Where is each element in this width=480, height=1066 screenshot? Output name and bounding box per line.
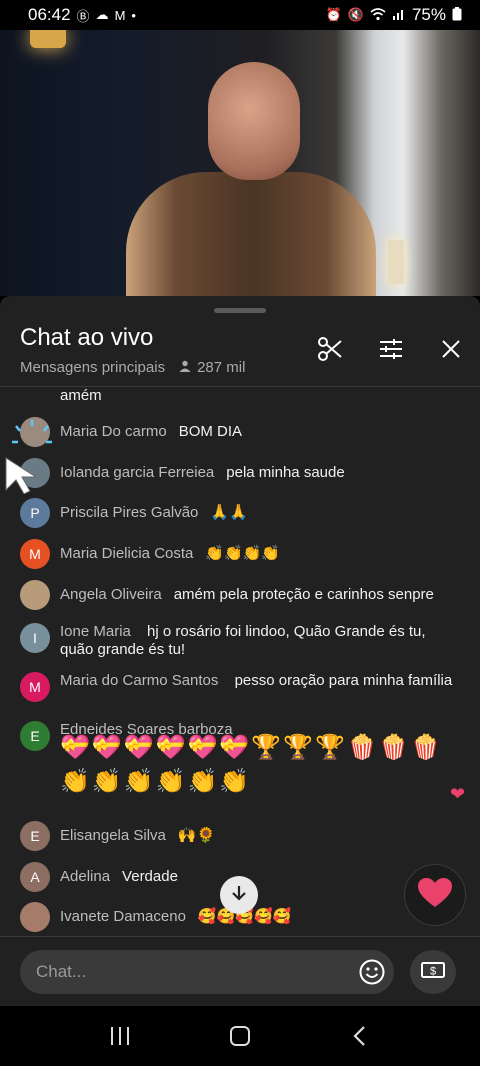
chat-message: P Priscila Pires Galvão 🙏🙏 (20, 498, 460, 528)
alarm-icon: ⏰ (325, 7, 342, 22)
cloud-icon: ☁ (95, 7, 109, 22)
message-text: Verdade (122, 868, 178, 885)
signal-icon (392, 7, 406, 24)
avatar[interactable]: I (20, 623, 50, 653)
chat-input-bar: $ (0, 936, 480, 1007)
close-icon (440, 338, 462, 365)
touch-pointer-icon (2, 414, 62, 495)
message-text: 🙌🌻 (177, 827, 216, 844)
svg-text:$: $ (430, 965, 436, 977)
message-author[interactable]: Maria do Carmo Santos (60, 672, 218, 689)
scissors-icon (317, 336, 343, 367)
emoji-button[interactable] (358, 958, 386, 986)
drag-handle[interactable] (214, 308, 266, 313)
video-presenter (126, 62, 376, 296)
close-button[interactable] (436, 336, 466, 366)
avatar[interactable]: P (20, 498, 50, 528)
message-text: amém (60, 387, 102, 404)
recents-button[interactable] (100, 1016, 140, 1056)
clock: 06:42 (28, 5, 71, 24)
message-author[interactable]: Angela Oliveira (60, 586, 162, 604)
scissors-button[interactable] (315, 336, 345, 366)
person-icon (179, 359, 191, 376)
system-nav-bar (0, 1006, 480, 1066)
chat-message: M Maria do Carmo Santos pesso oração par… (20, 672, 460, 702)
chat-message: M Maria Dielicia Costa 👏👏👏👏 (20, 539, 460, 569)
money-icon: $ (421, 961, 445, 984)
message-author[interactable]: Elisangela Silva (60, 827, 166, 845)
status-left: 06:42 Ⓑ ☁ M • (28, 5, 136, 25)
avatar[interactable]: E (20, 721, 50, 751)
heart-icon (418, 877, 452, 913)
filter-settings-button[interactable] (376, 336, 406, 366)
message-author[interactable]: Maria Do carmo (60, 423, 167, 441)
filter-label[interactable]: Mensagens principais (20, 359, 165, 376)
message-text: 👏👏👏👏 (205, 545, 281, 562)
message-author[interactable]: Ione Maria (60, 623, 131, 640)
like-heart-button[interactable] (404, 864, 466, 926)
chat-message: Iolanda garcia Ferreiea pela minha saude (20, 458, 460, 488)
message-author[interactable]: Adelina (60, 868, 110, 886)
avatar[interactable]: E (20, 821, 50, 851)
message-text: 💝💝💝💝💝💝🏆🏆🏆🍿🍿🍿👏👏👏👏👏👏 (60, 734, 443, 795)
status-right: ⏰ 🔇 75% (326, 5, 462, 25)
chat-message-list[interactable]: amém Maria Do carmo BOM DIA Iolanda garc… (0, 387, 480, 935)
back-button[interactable] (340, 1016, 380, 1056)
avatar[interactable]: M (20, 539, 50, 569)
avatar[interactable]: M (20, 672, 50, 702)
presenter-body (126, 172, 376, 296)
message-author[interactable]: Iolanda garcia Ferreiea (60, 464, 214, 482)
avatar[interactable] (20, 580, 50, 610)
chat-message: E Edneides Soares barboza 💝💝💝💝💝💝🏆🏆🏆🍿🍿🍿👏👏… (20, 721, 460, 799)
chat-message: amém (60, 387, 460, 405)
floating-heart-icon: ❤ (450, 784, 466, 804)
chat-message: E Elisangela Silva 🙌🌻 (20, 821, 460, 851)
chat-message: Maria Do carmo BOM DIA (20, 417, 460, 447)
arrow-down-icon (229, 883, 249, 908)
battery-icon (452, 6, 462, 24)
viewer-count: 287 mil (197, 359, 246, 376)
message-text: 🙏🙏 (210, 504, 248, 521)
tune-icon (378, 336, 404, 367)
chat-message: I Ione Maria hj o rosário foi lindoo, Qu… (20, 623, 460, 659)
mute-icon: 🔇 (347, 7, 364, 22)
super-chat-button[interactable]: $ (410, 950, 456, 994)
b-icon: Ⓑ (76, 8, 90, 24)
avatar[interactable] (20, 902, 50, 932)
chat-message: Angela Oliveira amém pela proteção e car… (20, 580, 460, 610)
chat-input[interactable] (20, 950, 394, 994)
message-author[interactable]: Maria Dielicia Costa (60, 545, 193, 563)
presenter-head (208, 62, 300, 180)
lamp-shape (30, 30, 66, 48)
candle-shape (388, 240, 404, 284)
video-player[interactable] (0, 30, 480, 296)
message-text: pesso oração para minha família (234, 672, 453, 689)
live-chat-panel: Chat ao vivo Mensagens principais 287 mi… (0, 296, 480, 1066)
avatar[interactable]: A (20, 862, 50, 892)
message-author[interactable]: Priscila Pires Galvão (60, 504, 198, 522)
home-button[interactable] (220, 1016, 260, 1056)
chat-subtitle: Mensagens principais 287 mil (20, 359, 245, 376)
chat-title: Chat ao vivo (20, 324, 154, 351)
status-bar: 06:42 Ⓑ ☁ M • ⏰ 🔇 75% (0, 0, 480, 30)
message-text: BOM DIA (178, 423, 243, 440)
gmail-icon: M (114, 7, 126, 23)
wifi-icon (370, 7, 386, 24)
message-author[interactable]: Ivanete Damaceno (60, 908, 186, 926)
message-text: pela minha saude (226, 464, 345, 481)
battery-level: 75% (411, 5, 446, 24)
scroll-down-button[interactable] (220, 876, 258, 914)
message-text: amém pela proteção e carinhos senpre (173, 586, 434, 603)
dot-icon: • (131, 7, 136, 23)
